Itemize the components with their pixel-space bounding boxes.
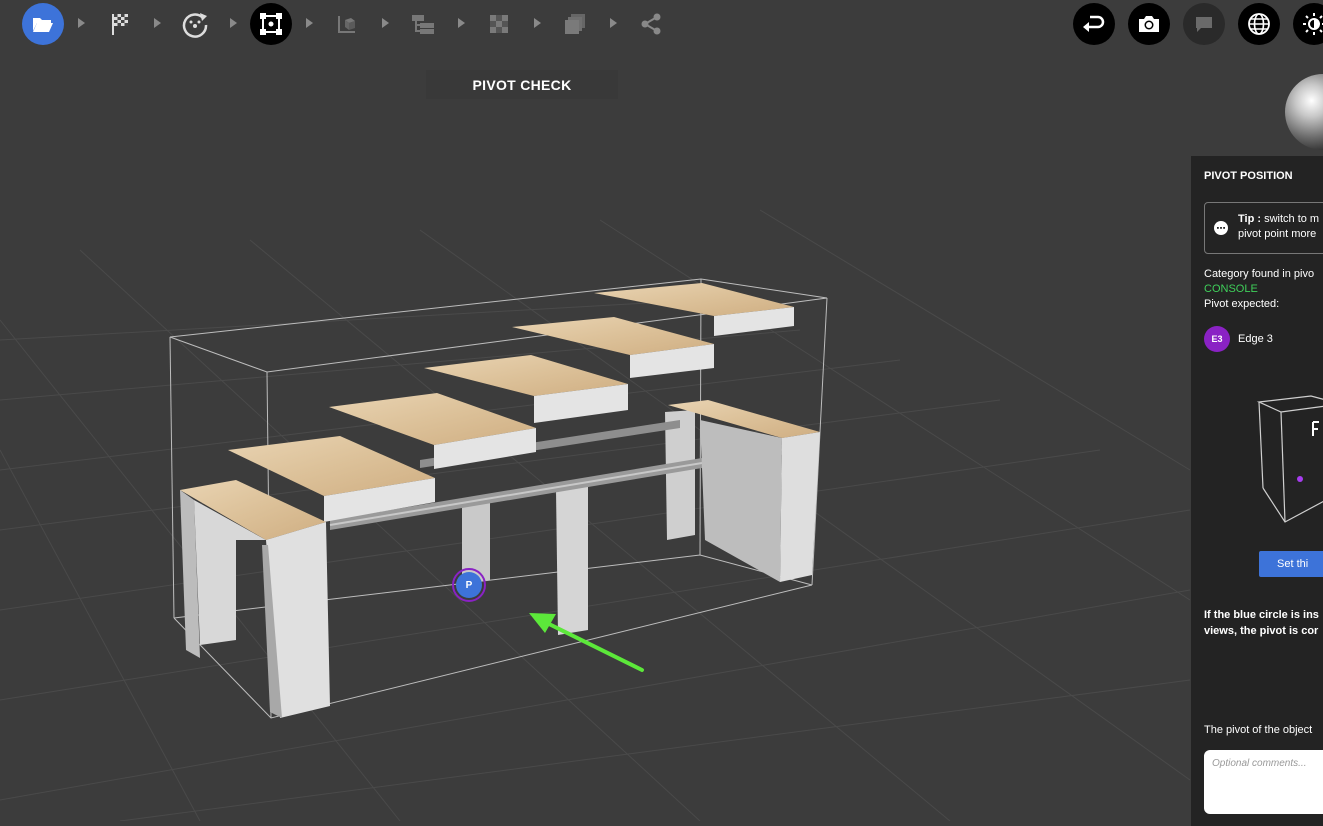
category-label: Category found in pivo (1204, 268, 1315, 280)
finish-flag-icon[interactable] (99, 3, 141, 45)
tip-box: Tip : switch to m pivot point more (1204, 202, 1323, 254)
rotate-check-icon[interactable] (174, 3, 216, 45)
undo-icon[interactable] (1073, 3, 1115, 45)
edge-badge: E3 (1204, 326, 1230, 352)
set-pivot-button[interactable]: Set thi (1259, 551, 1323, 577)
edge-name: Edge 3 (1238, 333, 1273, 345)
instruction-line2: views, the pivot is cor (1204, 625, 1319, 637)
top-toolbar (0, 0, 1323, 46)
pivot-expected-label: Pivot expected: (1204, 298, 1280, 310)
globe-icon[interactable] (1238, 3, 1280, 45)
panel-title: PIVOT POSITION (1204, 170, 1293, 182)
pivot-marker[interactable]: P (452, 568, 486, 602)
pivot-panel: PIVOT POSITION Tip : switch to m pivot p… (1191, 156, 1323, 826)
comment-icon[interactable] (1183, 3, 1225, 45)
instruction-line1: If the blue circle is ins (1204, 609, 1319, 621)
tip-text-line2: pivot point more (1238, 228, 1317, 240)
cube-axis-icon[interactable] (326, 3, 368, 45)
share-icon[interactable] (630, 3, 672, 45)
comments-field[interactable] (1204, 750, 1323, 814)
tip-text-line1: switch to m (1264, 213, 1320, 225)
pivot-marker-label: P (456, 572, 482, 598)
open-folder-icon[interactable] (22, 3, 64, 45)
tip-chat-icon (1214, 221, 1228, 235)
pivot-frame-icon[interactable] (250, 3, 292, 45)
hierarchy-icon[interactable] (402, 3, 444, 45)
camera-icon[interactable] (1128, 3, 1170, 45)
layers-icon[interactable] (554, 3, 596, 45)
pivot-preview-cube (1256, 395, 1323, 523)
tip-label: Tip : (1238, 213, 1262, 225)
checker-texture-icon[interactable] (478, 3, 520, 45)
pivot-object-label: The pivot of the object (1204, 724, 1313, 736)
lighting-icon[interactable] (1293, 3, 1323, 45)
3d-viewport[interactable] (0, 0, 1323, 821)
category-value: CONSOLE (1204, 283, 1258, 295)
viewport-title: PIVOT CHECK (426, 70, 618, 99)
